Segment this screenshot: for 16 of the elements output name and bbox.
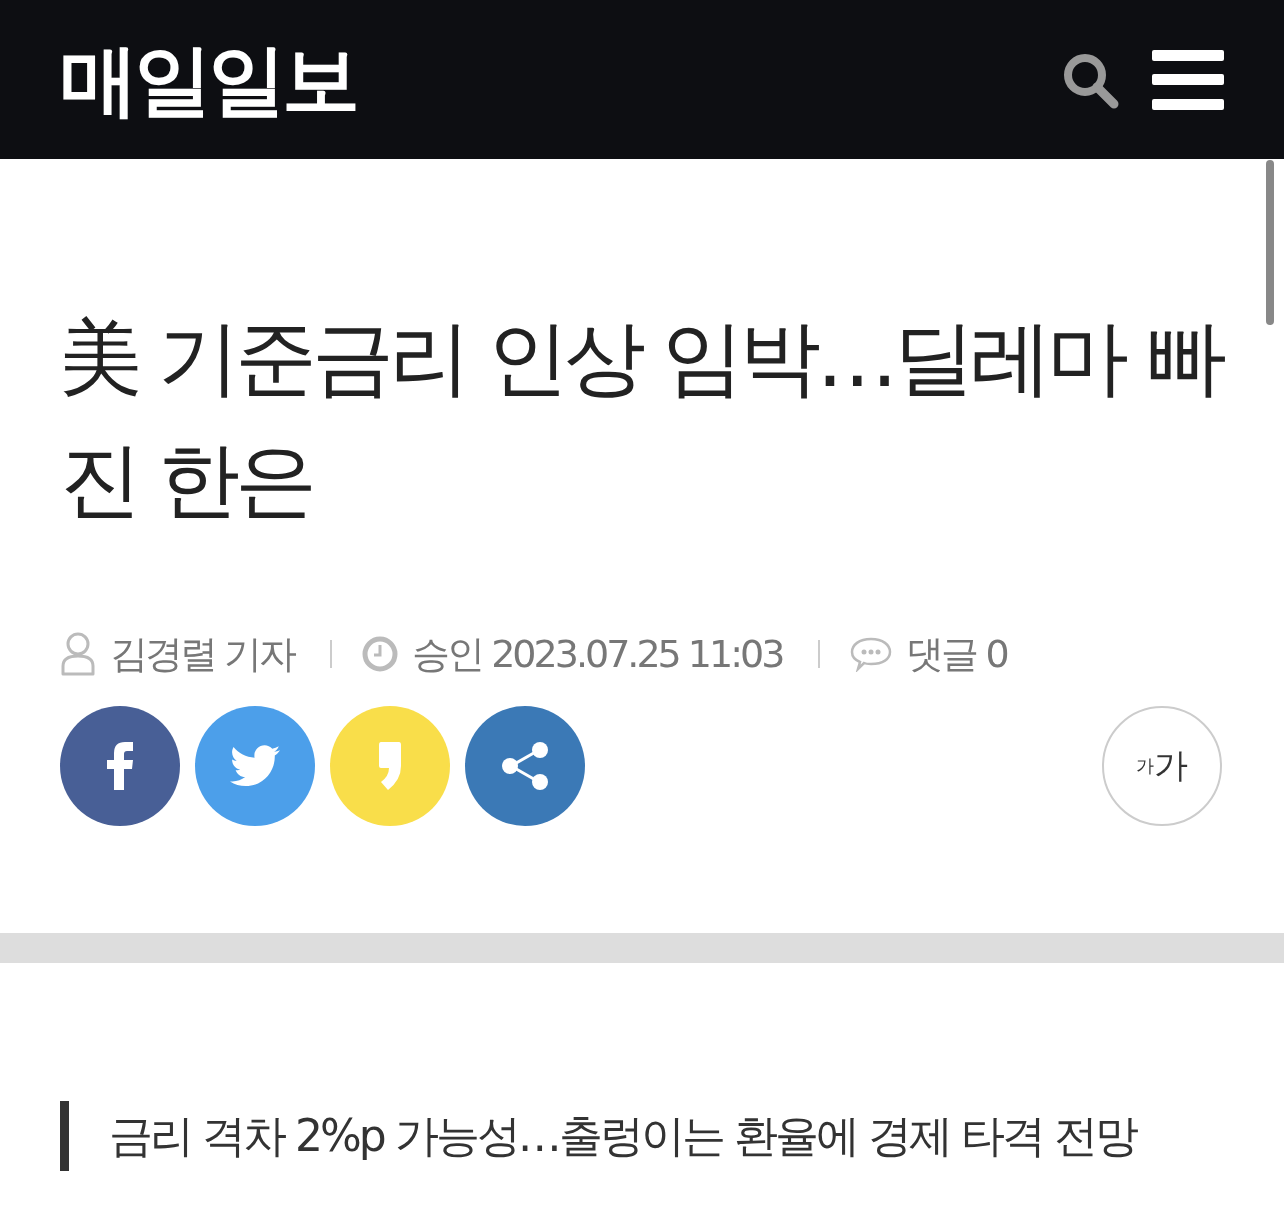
- scrollbar[interactable]: [1266, 160, 1274, 325]
- site-logo[interactable]: 매일일보: [60, 40, 356, 119]
- bird-icon: [230, 745, 280, 787]
- author-name: 김경렬 기자: [110, 630, 295, 678]
- facebook-icon: [106, 742, 134, 790]
- quote-mark-icon: [378, 742, 402, 790]
- clock-icon: [362, 636, 399, 672]
- share-icon: [501, 741, 549, 791]
- speech-bubble-icon: [850, 636, 893, 672]
- comment-count[interactable]: 댓글 0: [906, 628, 1007, 680]
- font-size-button[interactable]: 가가: [1102, 706, 1222, 826]
- article-title: 美 기준금리 인상 임박…딜레마 빠진 한은: [60, 309, 1224, 529]
- menu-icon[interactable]: [1152, 49, 1224, 110]
- person-icon: [60, 632, 96, 676]
- publish-time: 승인 2023.07.25 11:03: [412, 630, 783, 678]
- article-subtitle: 금리 격차 2%p 가능성…출렁이는 환율에 경제 타격 전망: [60, 1101, 1224, 1171]
